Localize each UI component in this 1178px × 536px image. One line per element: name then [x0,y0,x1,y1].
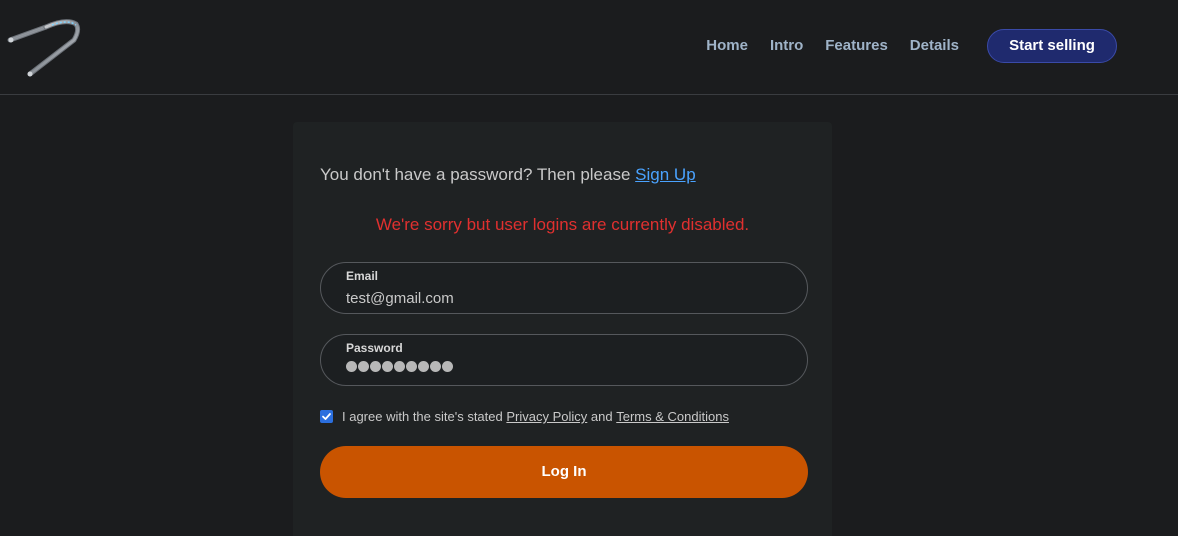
password-mask-dot [406,361,417,372]
login-disabled-error: We're sorry but user logins are currentl… [375,215,750,234]
nav-features-link[interactable]: Features [825,29,888,63]
page: Home Intro Features Details Start sellin… [0,0,1178,536]
password-mask-dot [394,361,405,372]
email-label: Email [346,269,379,283]
password-mask-dot [346,361,357,372]
agree-and-text: and [590,409,613,424]
site-header: Home Intro Features Details Start sellin… [0,0,1178,95]
nav-details-link[interactable]: Details [910,29,959,63]
password-mask-dot [418,361,429,372]
agree-text: I agree with the site's stated [342,409,503,424]
password-label: Password [346,341,403,355]
bent-metal-rod-logo-icon [7,19,81,77]
terms-conditions-link[interactable]: Terms & Conditions [616,409,729,424]
checkmark-icon [322,413,331,420]
login-card: You don't have a password? Then please S… [293,122,832,536]
password-mask-dot [370,361,381,372]
main-nav: Home Intro Features Details Start sellin… [706,29,1117,63]
agree-checkbox[interactable] [320,410,333,423]
signup-prompt-text: You don't have a password? Then please [320,165,631,184]
login-button[interactable]: Log In [320,446,808,498]
privacy-policy-link[interactable]: Privacy Policy [506,409,587,424]
terms-agreement: I agree with the site's stated Privacy P… [320,409,729,424]
password-mask-dot [358,361,369,372]
start-selling-button[interactable]: Start selling [987,29,1117,63]
nav-home-link[interactable]: Home [706,29,748,63]
password-field[interactable]: Password [320,334,808,386]
signup-prompt: You don't have a password? Then please S… [320,165,696,185]
password-masked-value[interactable] [346,361,453,372]
signup-link[interactable]: Sign Up [635,165,695,184]
site-logo[interactable] [6,16,84,82]
email-input[interactable] [346,288,786,308]
password-mask-dot [430,361,441,372]
password-mask-dot [382,361,393,372]
email-field[interactable]: Email [320,262,808,314]
password-mask-dot [442,361,453,372]
nav-intro-link[interactable]: Intro [770,29,803,63]
